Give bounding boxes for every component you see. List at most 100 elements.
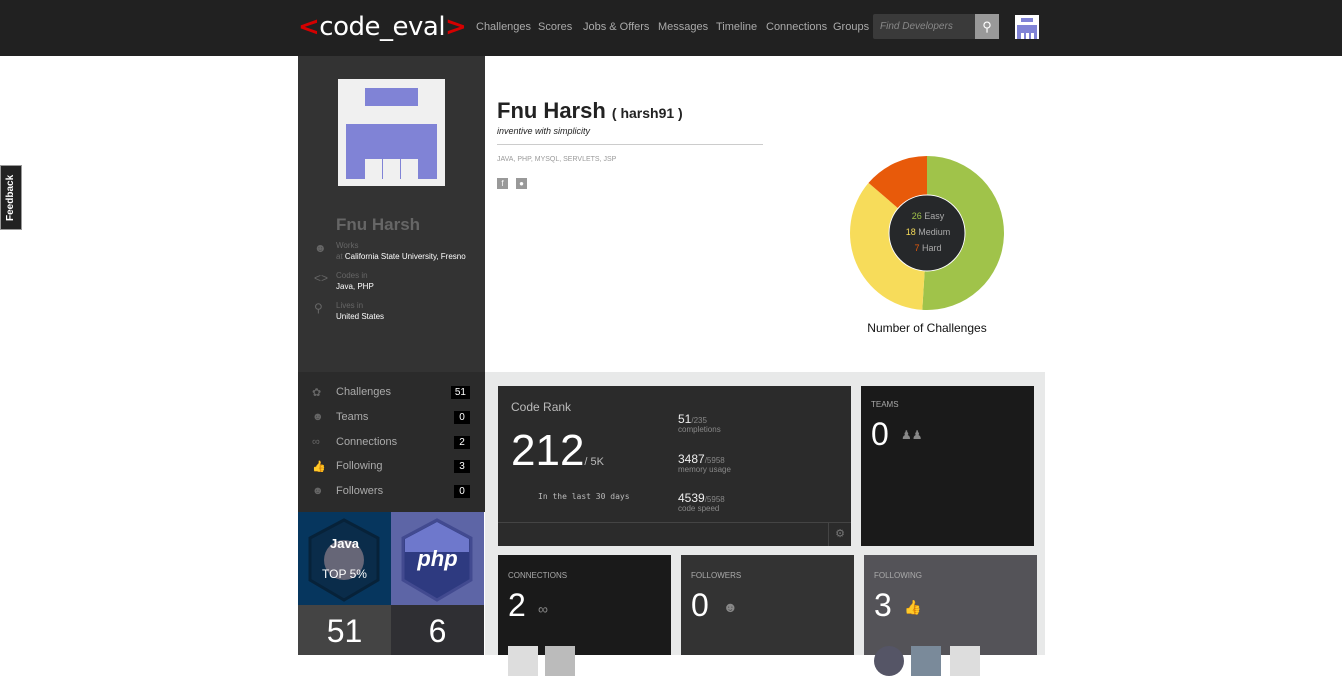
php-count: 6 [391, 605, 484, 655]
following-avatar[interactable] [950, 646, 980, 676]
profile-avatar [338, 79, 445, 186]
following-avatar[interactable] [911, 646, 941, 676]
speed-stat: 4539/5958 code speed [678, 491, 725, 513]
stat-teams[interactable]: ☻ Teams 0 [312, 409, 470, 425]
java-badge[interactable]: Java TOP 5% [298, 512, 391, 605]
card-title: FOLLOWERS [691, 571, 742, 580]
info-lives: ⚲ Lives in United States [314, 301, 384, 322]
search-box: ⚲ [873, 14, 999, 39]
stat-count: 2 [454, 435, 470, 449]
card-title: FOLLOWING [874, 571, 923, 580]
team-icon: ☻ [312, 411, 324, 423]
works-label: Works [336, 241, 359, 250]
facebook-icon[interactable]: f [497, 178, 508, 189]
nav-messages[interactable]: Messages [658, 21, 708, 33]
connections-card[interactable]: CONNECTIONS 2 ∞ [498, 555, 671, 676]
stat-connections[interactable]: ∞ Connections 2 [312, 434, 470, 450]
card-title: CONNECTIONS [508, 571, 568, 580]
nav-scores[interactable]: Scores [538, 21, 572, 33]
search-button[interactable]: ⚲ [975, 14, 999, 39]
codes-label: Codes in [336, 271, 368, 280]
search-icon: ⚲ [982, 19, 992, 34]
legend-value: 18 [905, 227, 916, 237]
works-prefix: at [336, 252, 343, 261]
stat-count: 3 [454, 459, 470, 473]
top-navbar: <code_eval> Challenges Scores Jobs & Off… [0, 0, 1342, 56]
gear-icon[interactable]: ⚙ [828, 523, 851, 546]
fullname-text: Fnu Harsh [497, 98, 606, 123]
card-title: TEAMS [871, 400, 899, 409]
works-value: California State University, Fresno [344, 252, 466, 261]
codes-value: Java, PHP [336, 282, 374, 291]
memory-stat: 3487/5958 memory usage [678, 452, 731, 474]
profile-sidebar: Fnu Harsh ☻ Works at California State Un… [298, 56, 485, 372]
stat-label: Teams [336, 411, 369, 423]
stat-following[interactable]: 👍 Following 3 [312, 458, 470, 474]
nav-timeline[interactable]: Timeline [716, 21, 757, 33]
chart-title: Number of Challenges [867, 321, 987, 335]
badge-language: Java [330, 536, 359, 551]
code-icon: <> [314, 271, 329, 285]
stat-count: 0 [454, 410, 470, 424]
nav-groups[interactable]: Groups [833, 21, 869, 33]
link-icon: ∞ [538, 601, 548, 617]
follower-icon: ☻ [312, 485, 324, 497]
rank-total: / 5K [584, 456, 604, 468]
stat-label: Connections [336, 436, 398, 448]
teams-card[interactable]: TEAMS 0 ♟♟ [861, 386, 1034, 546]
php-badge[interactable]: php [391, 512, 484, 605]
follower-icon: ☻ [723, 599, 738, 615]
legend-value: 7 [914, 243, 920, 253]
stat-challenges[interactable]: ✿ Challenges 51 [312, 384, 470, 400]
nav-connections[interactable]: Connections [766, 21, 827, 33]
rank-value: 212/ 5K [511, 426, 604, 476]
badge-rank: TOP 5% [322, 567, 367, 581]
main-nav: Challenges Scores Jobs & Offers Messages… [0, 21, 870, 35]
donut-legend: 26 Easy 18 Medium 7 Hard [890, 208, 966, 256]
info-works: ☻ Works at California State University, … [314, 241, 466, 262]
user-avatar[interactable] [1015, 15, 1039, 39]
tagline: inventive with simplicity [497, 126, 591, 136]
connection-avatar[interactable] [508, 646, 538, 676]
username: ( harsh91 ) [611, 105, 683, 121]
stat-count: 51 [450, 385, 470, 399]
team-icon: ♟♟ [901, 428, 923, 442]
location-pin-icon: ⚲ [314, 301, 323, 315]
feedback-tab[interactable]: Feedback [0, 165, 22, 230]
card-footer: ⚙ [498, 522, 851, 546]
followers-card[interactable]: FOLLOWERS 0 ☻ [681, 555, 854, 655]
lives-label: Lives in [336, 301, 364, 310]
thumbs-up-icon: 👍 [312, 460, 326, 473]
legend-easy: 26 Easy [890, 208, 966, 224]
card-count: 2 [508, 587, 526, 623]
card-count: 3 [874, 587, 892, 623]
legend-hard: 7 Hard [890, 240, 966, 256]
following-card[interactable]: FOLLOWING 3 👍 [864, 555, 1037, 676]
card-count: 0 [691, 587, 709, 623]
link-icon: ∞ [312, 436, 320, 448]
search-input[interactable] [873, 14, 975, 39]
rank-number: 212 [511, 426, 585, 475]
stat-label: Followers [336, 485, 384, 497]
award-icon: ✿ [312, 386, 322, 399]
java-count: 51 [298, 605, 391, 655]
stat-label: Challenges [336, 386, 392, 398]
lives-value: United States [336, 312, 385, 321]
stat-followers[interactable]: ☻ Followers 0 [312, 483, 470, 499]
legend-medium: 18 Medium [890, 224, 966, 240]
info-codes: <> Codes in Java, PHP [314, 271, 374, 292]
code-rank-card: Code Rank 212/ 5K In the last 30 days 51… [498, 386, 851, 546]
badge-language: php [417, 546, 458, 571]
connection-avatar[interactable] [545, 646, 575, 676]
legend-label: Medium [918, 227, 951, 237]
following-avatar[interactable] [874, 646, 904, 676]
card-count: 0 [871, 416, 889, 452]
github-icon[interactable]: ● [516, 178, 527, 189]
legend-label: Hard [922, 243, 942, 253]
legend-value: 26 [911, 211, 922, 221]
divider [497, 144, 763, 145]
stat-count: 0 [454, 484, 470, 498]
stat-label: Following [336, 460, 383, 472]
nav-jobs[interactable]: Jobs & Offers [583, 21, 649, 33]
nav-challenges[interactable]: Challenges [476, 21, 531, 33]
